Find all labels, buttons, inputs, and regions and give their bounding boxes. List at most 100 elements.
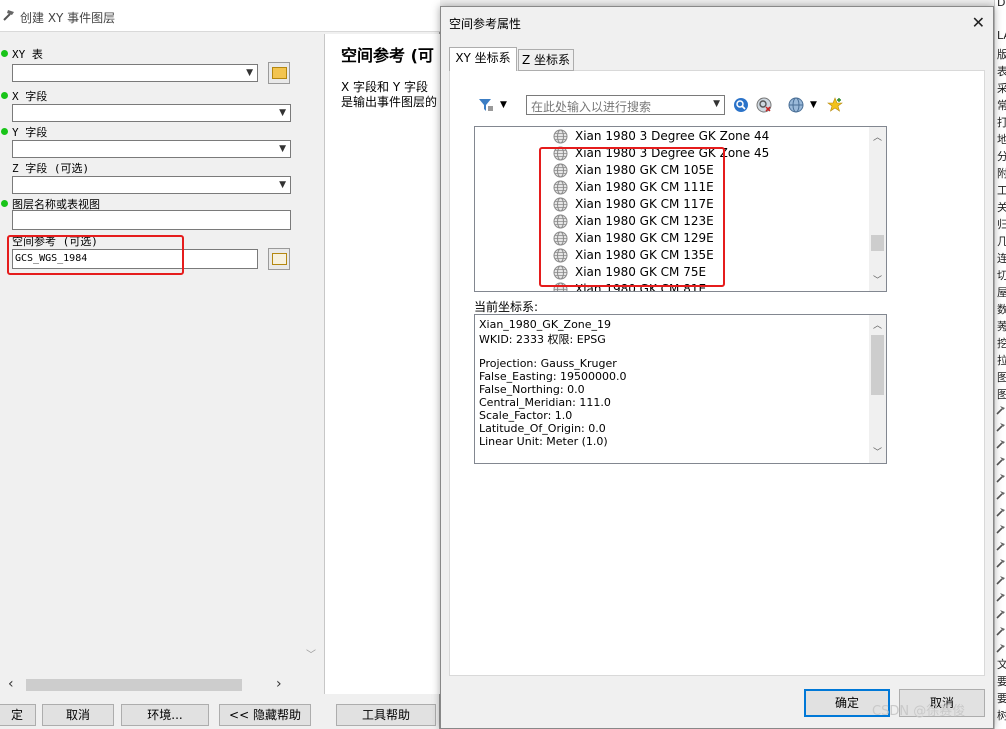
- strip-item[interactable]: 分: [997, 148, 1006, 164]
- hammer-icon[interactable]: [996, 609, 1006, 619]
- strip-item[interactable]: 版: [997, 46, 1006, 62]
- hammer-icon[interactable]: [996, 405, 1006, 415]
- strip-item[interactable]: 切: [997, 267, 1006, 283]
- strip-item[interactable]: 莠: [997, 318, 1006, 334]
- strip-item[interactable]: 连: [997, 250, 1006, 266]
- chevron-down-icon[interactable]: ▼: [279, 108, 286, 118]
- chevron-down-icon[interactable]: ▼: [500, 100, 507, 110]
- filter-icon[interactable]: [478, 97, 494, 113]
- help-line: X 字段和 Y 字段: [341, 80, 428, 94]
- crs-false-easting: False_Easting: 19500000.0: [479, 370, 627, 383]
- x-field-combo[interactable]: ▼: [12, 104, 291, 122]
- chevron-down-icon[interactable]: ▼: [810, 100, 817, 110]
- strip-item[interactable]: 关: [997, 199, 1006, 215]
- search-input[interactable]: 在此处输入以进行搜索 ▼: [526, 95, 725, 115]
- params-horizontal-scrollbar[interactable]: ‹ ›: [0, 676, 302, 694]
- strip-item[interactable]: 表: [997, 63, 1006, 79]
- close-icon[interactable]: ✕: [972, 13, 985, 32]
- environments-button[interactable]: 环境...: [121, 704, 209, 726]
- highlight-box: [539, 147, 725, 287]
- params-vertical-scrollbar[interactable]: ﹀: [302, 34, 320, 674]
- strip-item[interactable]: 要: [997, 690, 1006, 706]
- strip-item[interactable]: 图: [997, 369, 1006, 385]
- hammer-icon[interactable]: [996, 456, 1006, 466]
- chevron-up-icon[interactable]: ︿: [873, 318, 882, 331]
- catalog-strip: Data LA 版 表 采 常 打 地 分 附 工 关 归 几 连 切 屋 数 …: [994, 0, 1006, 729]
- tab-xy-coordinate-system[interactable]: XY 坐标系: [449, 47, 517, 71]
- strip-item[interactable]: 打: [997, 114, 1006, 130]
- strip-item[interactable]: 几: [997, 233, 1006, 249]
- hide-help-button[interactable]: << 隐藏帮助: [219, 704, 311, 726]
- hammer-icon[interactable]: [996, 507, 1006, 517]
- strip-item[interactable]: 树: [997, 707, 1006, 723]
- chevron-down-icon[interactable]: ﹀: [873, 273, 882, 286]
- scroll-thumb[interactable]: [26, 679, 242, 691]
- strip-item[interactable]: 工: [997, 182, 1006, 198]
- strip-item[interactable]: 拉: [997, 352, 1006, 368]
- chevron-down-icon[interactable]: ▼: [279, 180, 286, 190]
- browse-table-button[interactable]: [268, 62, 290, 84]
- y-field-combo[interactable]: ▼: [12, 140, 291, 158]
- strip-item[interactable]: 归: [997, 216, 1006, 232]
- strip-item[interactable]: 地: [997, 131, 1006, 147]
- hammer-icon[interactable]: [996, 490, 1006, 500]
- cancel-button[interactable]: 取消: [42, 704, 114, 726]
- hammer-icon[interactable]: [996, 473, 1006, 483]
- list-scrollbar[interactable]: ︿ ﹀: [869, 127, 886, 291]
- z-field-label: Z 字段 (可选): [12, 162, 90, 175]
- strip-item[interactable]: 附: [997, 165, 1006, 181]
- chevron-right-icon[interactable]: ›: [276, 676, 282, 692]
- tool-title-bar: 创建 XY 事件图层: [0, 0, 440, 32]
- hammer-icon[interactable]: [996, 422, 1006, 432]
- search-icon[interactable]: [733, 97, 749, 113]
- tool-help-button[interactable]: 工具帮助: [336, 704, 436, 726]
- help-body: X 字段和 Y 字段 是输出事件图层的: [341, 80, 437, 110]
- strip-item[interactable]: 屋: [997, 284, 1006, 300]
- scroll-thumb[interactable]: [871, 335, 884, 395]
- strip-item[interactable]: 文: [997, 656, 1006, 672]
- chevron-down-icon[interactable]: ﹀: [873, 445, 882, 458]
- globe-icon[interactable]: [788, 97, 804, 113]
- chevron-down-icon[interactable]: ▼: [279, 144, 286, 154]
- chevron-up-icon[interactable]: ︿: [873, 130, 882, 143]
- favorites-icon[interactable]: [827, 97, 843, 113]
- globe-icon: [553, 129, 568, 144]
- strip-item[interactable]: 采: [997, 80, 1006, 96]
- hammer-icon[interactable]: [996, 643, 1006, 653]
- chevron-down-icon[interactable]: ﹀: [306, 646, 316, 661]
- chevron-left-icon[interactable]: ‹: [8, 676, 14, 692]
- hammer-icon[interactable]: [996, 439, 1006, 449]
- strip-item[interactable]: LA: [997, 29, 1006, 42]
- z-field-combo[interactable]: ▼: [12, 176, 291, 194]
- layer-name-input[interactable]: [12, 210, 291, 230]
- details-scrollbar[interactable]: ︿ ﹀: [869, 315, 886, 463]
- hammer-icon[interactable]: [996, 541, 1006, 551]
- xy-table-combo[interactable]: ▼: [12, 64, 258, 82]
- hammer-icon: [3, 10, 14, 21]
- hammer-icon[interactable]: [996, 524, 1006, 534]
- strip-item[interactable]: 挖: [997, 335, 1006, 351]
- hammer-icon[interactable]: [996, 558, 1006, 568]
- required-dot-icon: [1, 200, 8, 207]
- hammer-icon[interactable]: [996, 592, 1006, 602]
- crs-false-northing: False_Northing: 0.0: [479, 383, 585, 396]
- tab-z-coordinate-system[interactable]: Z 坐标系: [518, 49, 574, 71]
- crs-wkid: WKID: 2333 权限: EPSG: [479, 333, 606, 346]
- spatial-ref-properties-button[interactable]: [268, 248, 290, 270]
- chevron-down-icon[interactable]: ▼: [713, 99, 720, 109]
- strip-item[interactable]: 图: [997, 386, 1006, 402]
- y-field-label: Y 字段: [12, 126, 48, 139]
- clear-search-icon[interactable]: [756, 97, 772, 113]
- tool-title: 创建 XY 事件图层: [20, 11, 116, 25]
- current-crs-label: 当前坐标系:: [474, 300, 539, 314]
- scroll-thumb[interactable]: [871, 235, 884, 251]
- strip-item[interactable]: 要: [997, 673, 1006, 689]
- list-item-label: Xian 1980 3 Degree GK Zone 44: [575, 129, 770, 143]
- strip-item[interactable]: 数: [997, 301, 1006, 317]
- parameters-panel: XY 表 ▼ X 字段 ▼ Y 字段 ▼ Z 字段 (可选) ▼ 图层名称或表视…: [0, 34, 320, 694]
- strip-item[interactable]: 常: [997, 97, 1006, 113]
- hammer-icon[interactable]: [996, 626, 1006, 636]
- ok-button[interactable]: 定: [0, 704, 36, 726]
- hammer-icon[interactable]: [996, 575, 1006, 585]
- chevron-down-icon[interactable]: ▼: [246, 68, 253, 78]
